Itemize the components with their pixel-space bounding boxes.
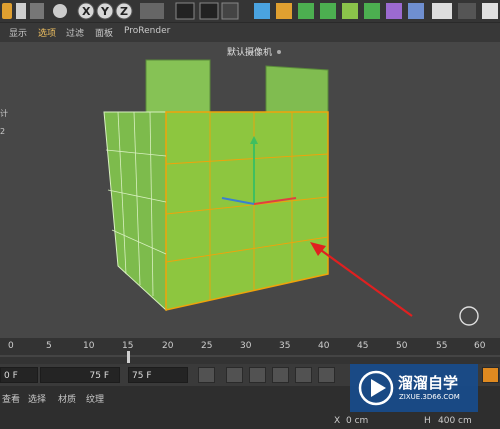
tick-35: 35 xyxy=(279,341,291,351)
tick-15: 15 xyxy=(122,341,134,351)
left-panel-text-1: 计 xyxy=(0,109,8,118)
left-tower xyxy=(145,59,211,113)
undo-icon[interactable] xyxy=(2,3,12,19)
render-view-icon[interactable] xyxy=(175,2,195,20)
x-coord-value[interactable]: 0 cm xyxy=(346,416,368,426)
coordinate-system-icon[interactable] xyxy=(140,3,164,19)
render-picture-icon[interactable] xyxy=(199,2,219,20)
light-icon[interactable] xyxy=(482,3,498,19)
tick-5: 5 xyxy=(46,341,52,351)
move-icon[interactable] xyxy=(53,4,67,18)
tick-55: 55 xyxy=(436,341,448,351)
x-coord-label: X xyxy=(334,416,341,426)
h-coord-value[interactable]: 400 cm xyxy=(438,416,472,426)
menu-select[interactable]: 选择 xyxy=(28,392,46,405)
play-button[interactable] xyxy=(272,367,289,383)
tick-25: 25 xyxy=(201,341,213,351)
annotation-arrow xyxy=(317,247,413,317)
end-frame-field[interactable]: 75 F xyxy=(40,367,120,383)
tick-60: 60 xyxy=(474,341,486,351)
play-logo-icon xyxy=(358,370,394,406)
live-select-icon[interactable] xyxy=(30,3,44,19)
redo-icon[interactable] xyxy=(16,3,26,19)
left-panel-text-2: 2 xyxy=(0,127,6,136)
watermark-subtitle: ZIXUE.3D66.COM xyxy=(399,393,460,401)
menu-panel[interactable]: 面板 xyxy=(95,26,113,39)
pen-icon[interactable] xyxy=(276,3,292,19)
tick-40: 40 xyxy=(318,341,330,351)
menu-prorender[interactable]: ProRender xyxy=(124,26,170,36)
watermark: 溜溜自学 ZIXUE.3D66.COM xyxy=(350,364,478,412)
viewport-scene: 默认摄像机 xyxy=(103,46,479,326)
timeline-ruler[interactable]: 0 5 10 15 20 25 30 35 40 45 50 55 60 xyxy=(0,338,500,364)
svg-text:X: X xyxy=(82,5,91,18)
viewport-menubar: 显示 选项 过滤 面板 ProRender xyxy=(0,22,500,43)
floor-icon[interactable] xyxy=(432,3,452,19)
camera-dot-icon xyxy=(277,50,281,54)
watermark-title: 溜溜自学 xyxy=(398,374,459,392)
menu-view[interactable]: 查看 xyxy=(2,392,20,405)
prev-frame-button[interactable] xyxy=(249,367,266,383)
left-panel-labels: 计 2 xyxy=(0,108,8,136)
camera-icon[interactable] xyxy=(458,3,476,19)
record-key-button[interactable] xyxy=(482,367,499,383)
subdivision-icon[interactable] xyxy=(298,3,314,19)
nurbs-icon[interactable] xyxy=(320,3,336,19)
tick-50: 50 xyxy=(396,341,408,351)
tick-20: 20 xyxy=(162,341,174,351)
gear-icon[interactable] xyxy=(342,3,358,19)
go-start-button[interactable] xyxy=(198,367,215,383)
menu-filter[interactable]: 过滤 xyxy=(66,26,84,39)
start-frame-field[interactable]: 0 F xyxy=(0,367,38,383)
array-icon[interactable] xyxy=(364,3,380,19)
3d-viewport[interactable]: 默认摄像机 计 2 xyxy=(0,42,500,338)
deformer-icon[interactable] xyxy=(386,3,402,19)
menu-texture[interactable]: 纹理 xyxy=(86,392,104,405)
playhead[interactable] xyxy=(127,351,130,363)
right-tower xyxy=(265,65,329,113)
menu-display[interactable]: 显示 xyxy=(9,26,27,39)
environment-icon[interactable] xyxy=(408,3,424,19)
svg-text:Z: Z xyxy=(120,5,128,18)
svg-text:Y: Y xyxy=(100,5,110,18)
next-frame-button[interactable] xyxy=(295,367,312,383)
toolbar-icons: X Y Z xyxy=(2,2,498,20)
camera-label: 默认摄像机 xyxy=(227,46,272,58)
h-coord-label: H xyxy=(424,416,431,426)
go-end-button[interactable] xyxy=(318,367,335,383)
render-settings-icon[interactable] xyxy=(221,2,239,20)
cube-icon[interactable] xyxy=(254,3,270,19)
tick-30: 30 xyxy=(240,341,252,351)
tick-45: 45 xyxy=(357,341,369,351)
max-frame-field[interactable]: 75 F xyxy=(128,367,188,383)
top-toolbar: X Y Z xyxy=(0,0,500,22)
tick-0: 0 xyxy=(8,341,14,351)
menu-options[interactable]: 选项 xyxy=(38,26,56,39)
menu-material[interactable]: 材质 xyxy=(58,392,76,405)
tick-10: 10 xyxy=(83,341,95,351)
prev-key-button[interactable] xyxy=(226,367,243,383)
navigation-circle-icon[interactable] xyxy=(459,306,479,326)
